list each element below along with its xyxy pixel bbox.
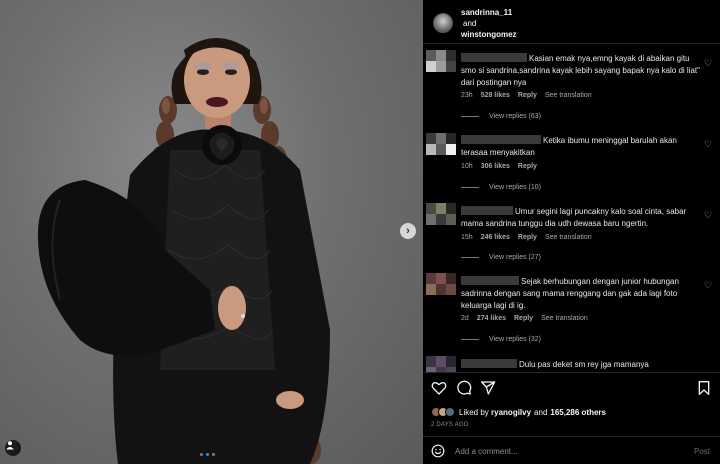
add-comment-bar: Post	[423, 436, 720, 464]
post-photo[interactable]: ›	[0, 0, 423, 464]
reply-button[interactable]: Reply	[514, 315, 533, 322]
emoji-icon[interactable]	[431, 444, 445, 458]
comment-meta: 23h 528 likes Reply See translation	[461, 92, 592, 99]
comment-meta: 2d 274 likes Reply See translation	[461, 315, 588, 322]
likes-summary[interactable]: Liked by ryanogilvy and 165,286 others	[431, 407, 606, 417]
share-icon[interactable]	[480, 380, 496, 396]
commenter-avatar[interactable]	[426, 356, 456, 372]
comment-icon[interactable]	[456, 380, 472, 396]
commenter-username-redacted[interactable]	[461, 276, 519, 285]
liker-avatars	[431, 407, 455, 417]
comment-text: Dulu pas deket sm rey jga mamanya	[461, 359, 701, 371]
post-header: sandrinna_11 and winstongomez	[423, 0, 720, 44]
bookmark-icon[interactable]	[696, 380, 712, 396]
coauthor-username[interactable]: winstongomez	[461, 29, 517, 40]
liker-username[interactable]: ryanogilvy	[491, 408, 531, 417]
author-names: sandrinna_11 and winstongomez	[461, 7, 517, 40]
comment-input[interactable]	[455, 444, 675, 458]
comment-likes[interactable]: 306 likes	[481, 163, 510, 170]
comment-time: 23h	[461, 92, 473, 99]
post-comment-button[interactable]: Post	[694, 447, 710, 456]
like-comment-heart-icon[interactable]: ♡	[704, 281, 713, 290]
carousel-next-button[interactable]: ›	[400, 223, 416, 239]
view-replies-button[interactable]: View replies (63)	[461, 113, 541, 120]
comment-list[interactable]: Kasian emak nya,emng kayak di abaikan gi…	[423, 45, 720, 372]
comment-likes[interactable]: 528 likes	[481, 92, 510, 99]
author-avatar[interactable]	[433, 13, 453, 33]
comment-meta: 15h 246 likes Reply See translation	[461, 234, 592, 241]
comment-text: Ketika ibumu meninggal barulah akan tera…	[461, 135, 677, 157]
view-replies-button[interactable]: View replies (32)	[461, 336, 541, 343]
comment-time: 15h	[461, 234, 473, 241]
carousel-dot	[200, 453, 203, 456]
author-username[interactable]: sandrinna_11	[461, 7, 517, 18]
see-translation-link[interactable]: See translation	[545, 234, 592, 241]
like-comment-heart-icon[interactable]: ♡	[704, 140, 713, 149]
post-timestamp: 2 DAYS AGO	[431, 422, 469, 428]
likes-prefix: Liked by	[459, 407, 489, 417]
likes-and-label: and	[534, 407, 548, 417]
reply-button[interactable]: Reply	[518, 163, 537, 170]
comment-text: Sejak berhubungan dengan junior hubungan…	[461, 276, 679, 310]
commenter-avatar[interactable]	[426, 273, 456, 295]
tag-user-icon[interactable]	[5, 440, 21, 456]
comment-meta: 10h 306 likes Reply	[461, 163, 537, 170]
see-translation-link[interactable]: See translation	[541, 315, 588, 322]
comment-time: 10h	[461, 163, 473, 170]
post-actions: Liked by ryanogilvy and 165,286 others 2 D…	[423, 372, 720, 436]
reply-button[interactable]: Reply	[518, 234, 537, 241]
commenter-username-redacted[interactable]	[461, 135, 541, 144]
likes-others-count[interactable]: 165,286 others	[550, 408, 606, 417]
portrait-illustration	[37, 38, 330, 464]
commenter-avatar[interactable]	[426, 203, 456, 225]
commenter-avatar[interactable]	[426, 133, 456, 155]
commenter-avatar[interactable]	[426, 50, 456, 72]
commenter-username-redacted[interactable]	[461, 359, 517, 368]
heart-icon[interactable]	[431, 380, 447, 396]
comment-likes[interactable]: 246 likes	[481, 234, 510, 241]
author-and-label: and	[463, 19, 477, 28]
post-side-panel: sandrinna_11 and winstongomez Kasian ema…	[423, 0, 720, 464]
carousel-dots	[200, 453, 215, 456]
like-comment-heart-icon[interactable]: ♡	[704, 211, 713, 220]
comment-text: Umur segini lagi puncakny kalo soal cint…	[461, 206, 687, 228]
see-translation-link[interactable]: See translation	[545, 92, 592, 99]
carousel-dot	[212, 453, 215, 456]
like-comment-heart-icon[interactable]: ♡	[704, 59, 713, 68]
carousel-dot	[206, 453, 209, 456]
commenter-username-redacted[interactable]	[461, 53, 527, 62]
chevron-right-icon: ›	[406, 224, 410, 237]
comment-time: 2d	[461, 315, 469, 322]
comment-likes[interactable]: 274 likes	[477, 315, 506, 322]
view-replies-button[interactable]: View replies (10)	[461, 184, 541, 191]
commenter-username-redacted[interactable]	[461, 206, 513, 215]
reply-button[interactable]: Reply	[518, 92, 537, 99]
view-replies-button[interactable]: View replies (27)	[461, 254, 541, 261]
comment-text: Kasian emak nya,emng kayak di abaikan gi…	[461, 53, 700, 87]
